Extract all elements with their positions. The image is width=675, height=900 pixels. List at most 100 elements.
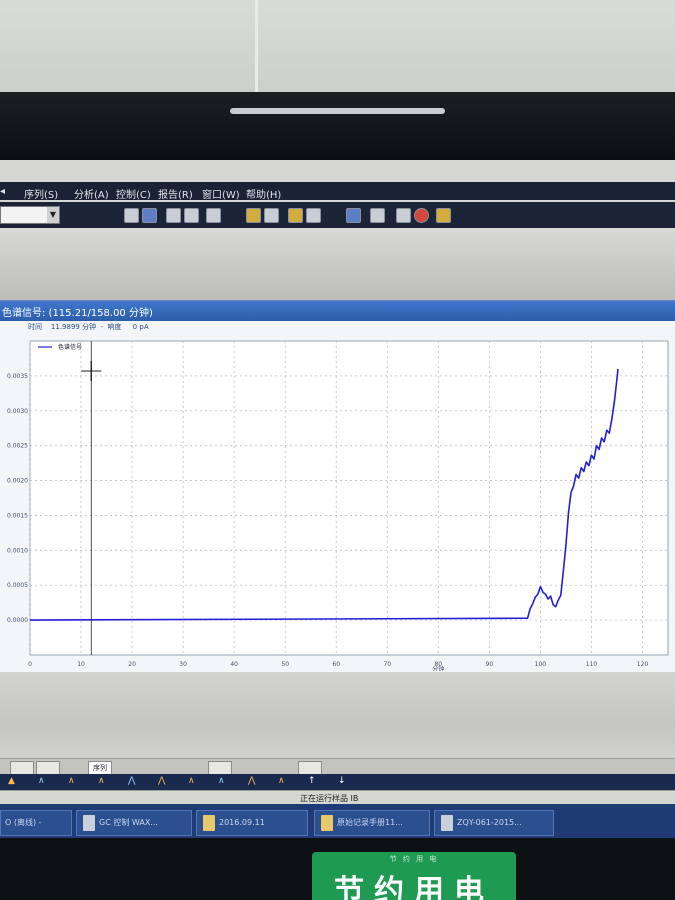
x-tick-label: 110	[586, 661, 598, 668]
report-icon[interactable]	[246, 208, 261, 223]
menu-item-window[interactable]: 窗口(W)	[202, 186, 240, 201]
x-tick-label: 30	[179, 661, 187, 668]
chromatogram-plot[interactable]: 0 10 20 30 40 50 60 70 80 90 100 110 1200.00000.0005…	[0, 335, 675, 671]
folder-icon	[321, 814, 333, 831]
monitor-bezel-top	[0, 92, 675, 162]
method-icon[interactable]	[166, 208, 181, 223]
status-text: 正在运行样品 IB	[300, 794, 359, 803]
sample-icon[interactable]	[184, 208, 199, 223]
x-tick-label: 50	[281, 661, 289, 668]
peak-tool-icon[interactable]: ∧	[278, 776, 285, 786]
tab-sequence[interactable]: 序列	[88, 761, 112, 775]
monitor-screen: ◂ 序列(S) 分析(A) 控制(C) 报告(R) 窗口(W) 帮助(H) ▼ …	[0, 160, 675, 840]
readout-time-label: 时间	[28, 323, 42, 331]
x-tick-label: 40	[230, 661, 238, 668]
chevron-down-icon[interactable]: ▼	[47, 207, 59, 223]
y-tick-label: 0.0015	[7, 512, 28, 519]
peak-tool-icon[interactable]: ∧	[38, 776, 45, 786]
taskbar-label: ZQY-061-2015...	[457, 818, 522, 827]
sticker-title: 节约用电	[334, 874, 494, 900]
taskbar: O (离线) - GC 控制 WAX... 2016.09.11 原始记录手册1…	[0, 804, 675, 840]
x-tick-label: 100	[535, 661, 547, 668]
tab-view-2[interactable]	[36, 761, 60, 775]
toolbar: ▼	[0, 202, 675, 228]
taskbar-item-gc-control[interactable]: GC 控制 WAX...	[76, 810, 192, 836]
pointer-icon[interactable]	[346, 208, 361, 223]
peak-tool-icon[interactable]: ∧	[68, 776, 75, 786]
menu-item-control[interactable]: 控制(C)	[116, 186, 151, 201]
y-tick-label: 0.0010	[7, 547, 28, 554]
chart-titlebar[interactable]: 色谱信号: (115.21/158.00 分钟)	[0, 301, 675, 321]
x-tick-label: 120	[637, 661, 649, 668]
x-tick-label: 0	[28, 661, 32, 668]
window-icon[interactable]	[370, 208, 385, 223]
peak-tool-icon[interactable]: ∧	[98, 776, 105, 786]
run-icon[interactable]	[124, 208, 139, 223]
stop-icon[interactable]	[414, 208, 429, 223]
settings-icon[interactable]	[436, 208, 451, 223]
taskbar-item-document[interactable]: ZQY-061-2015...	[434, 810, 554, 836]
menu-item-sequence[interactable]: 序列(S)	[24, 186, 58, 201]
integration-toolbar: ▲ ∧ ∧ ∧ ⋀ ⋀ ∧ ∧ ⋀ ∧ ↑ ↓	[0, 774, 675, 790]
x-axis-label: 分钟	[432, 665, 444, 671]
chart-title: 色谱信号: (115.21/158.00 分钟)	[2, 308, 153, 319]
cursor-readout: 时间 11.9899 分钟 - 响度 0 pA	[28, 323, 149, 331]
menu-item-prev[interactable]: ◂	[0, 186, 5, 197]
results-pane	[0, 672, 675, 758]
taskbar-item-offline[interactable]: O (离线) -	[0, 810, 72, 836]
peak-tool-icon[interactable]: ⋀	[158, 776, 165, 786]
folder-icon	[203, 814, 215, 831]
export-icon[interactable]	[306, 208, 321, 223]
peak-tool-icon[interactable]: ∧	[188, 776, 195, 786]
readout-signal-label: 响度	[107, 323, 122, 331]
taskbar-item-record-folder[interactable]: 原始记录手册11...	[314, 810, 430, 836]
bezel-reflection	[230, 108, 445, 114]
readout-time-unit: 分钟	[82, 323, 97, 331]
peak-tool-icon[interactable]: ⋀	[128, 776, 135, 786]
x-tick-label: 20	[128, 661, 136, 668]
taskbar-label: GC 控制 WAX...	[99, 818, 158, 827]
readout-time-value: 11.9899	[50, 323, 80, 331]
status-bar: 正在运行样品 IB	[0, 790, 675, 805]
menu-bar: ◂ 序列(S) 分析(A) 控制(C) 报告(R) 窗口(W) 帮助(H)	[0, 182, 675, 201]
taskbar-label: 2016.09.11	[219, 818, 265, 827]
open-icon[interactable]	[264, 208, 279, 223]
y-tick-label: 0.0035	[7, 373, 28, 380]
window-icon	[83, 814, 95, 831]
method-select[interactable]: ▼	[0, 206, 60, 224]
tools-icon[interactable]	[396, 208, 411, 223]
y-tick-label: 0.0025	[7, 443, 28, 450]
peak-tool-icon[interactable]: ▲	[8, 776, 15, 786]
arrow-down-icon[interactable]: ↓	[338, 776, 346, 786]
taskbar-item-folder-2016[interactable]: 2016.09.11	[196, 810, 308, 836]
view-tabstrip: 序列	[0, 758, 675, 775]
peak-tool-icon[interactable]: ⋀	[248, 776, 255, 786]
readout-signal-unit: pA	[139, 323, 149, 331]
arrow-up-icon[interactable]: ↑	[308, 776, 316, 786]
y-tick-label: 0.0020	[7, 478, 28, 485]
readout-signal-value: 0	[132, 323, 138, 331]
y-tick-label: 0.0005	[7, 582, 28, 589]
document-icon	[441, 814, 453, 831]
wall-background	[0, 0, 675, 100]
chromatogram-window: 色谱信号: (115.21/158.00 分钟) 时间 11.9899 分钟 -…	[0, 300, 675, 673]
y-tick-label: 0.0030	[7, 408, 28, 415]
chart-icon[interactable]	[288, 208, 303, 223]
tab-view-4[interactable]	[208, 761, 232, 775]
plot-area	[29, 340, 669, 656]
print-icon[interactable]	[206, 208, 221, 223]
wall-tile-seam	[255, 0, 258, 100]
peak-tool-icon[interactable]: ∧	[218, 776, 225, 786]
tab-view-1[interactable]	[10, 761, 34, 775]
taskbar-label: O (离线) -	[5, 818, 42, 827]
sequence-icon[interactable]	[142, 208, 157, 223]
menu-item-help[interactable]: 帮助(H)	[246, 186, 281, 201]
x-tick-label: 90	[486, 661, 494, 668]
x-tick-label: 10	[77, 661, 85, 668]
menu-item-analysis[interactable]: 分析(A)	[74, 186, 109, 201]
energy-saving-sticker: 节 约 用 电 节约用电	[312, 852, 516, 900]
x-tick-label: 70	[383, 661, 391, 668]
tab-view-5[interactable]	[298, 761, 322, 775]
y-tick-label: 0.0000	[7, 617, 28, 624]
menu-item-report[interactable]: 报告(R)	[158, 186, 193, 201]
